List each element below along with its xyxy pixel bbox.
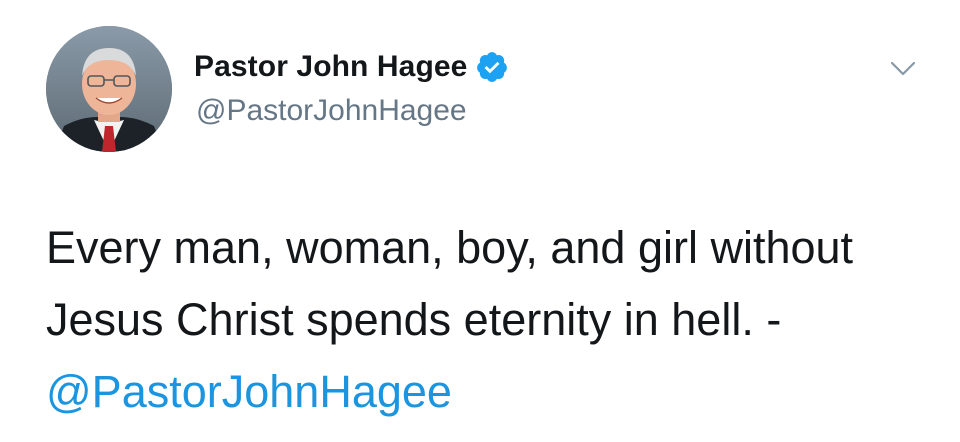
chevron-down-icon [890, 61, 916, 76]
tweet-menu-button[interactable] [888, 54, 918, 82]
tweet-text: Every man, woman, boy, and girl without … [46, 212, 936, 428]
author-name-row: Pastor John Hagee [194, 44, 509, 90]
tweet-text-line: Jesus Christ spends eternity in hell. - [46, 294, 782, 345]
mention-link[interactable]: @PastorJohnHagee [46, 356, 936, 428]
author-display-name[interactable]: Pastor John Hagee [194, 50, 467, 84]
author-handle[interactable]: @PastorJohnHagee [196, 94, 467, 128]
avatar[interactable] [46, 26, 172, 152]
tweet-card: Pastor John Hagee @PastorJohnHagee Every… [0, 0, 960, 442]
verified-badge-icon [475, 50, 509, 84]
avatar-photo [46, 26, 172, 152]
tweet-text-line: Every man, woman, boy, and girl without [46, 222, 854, 273]
